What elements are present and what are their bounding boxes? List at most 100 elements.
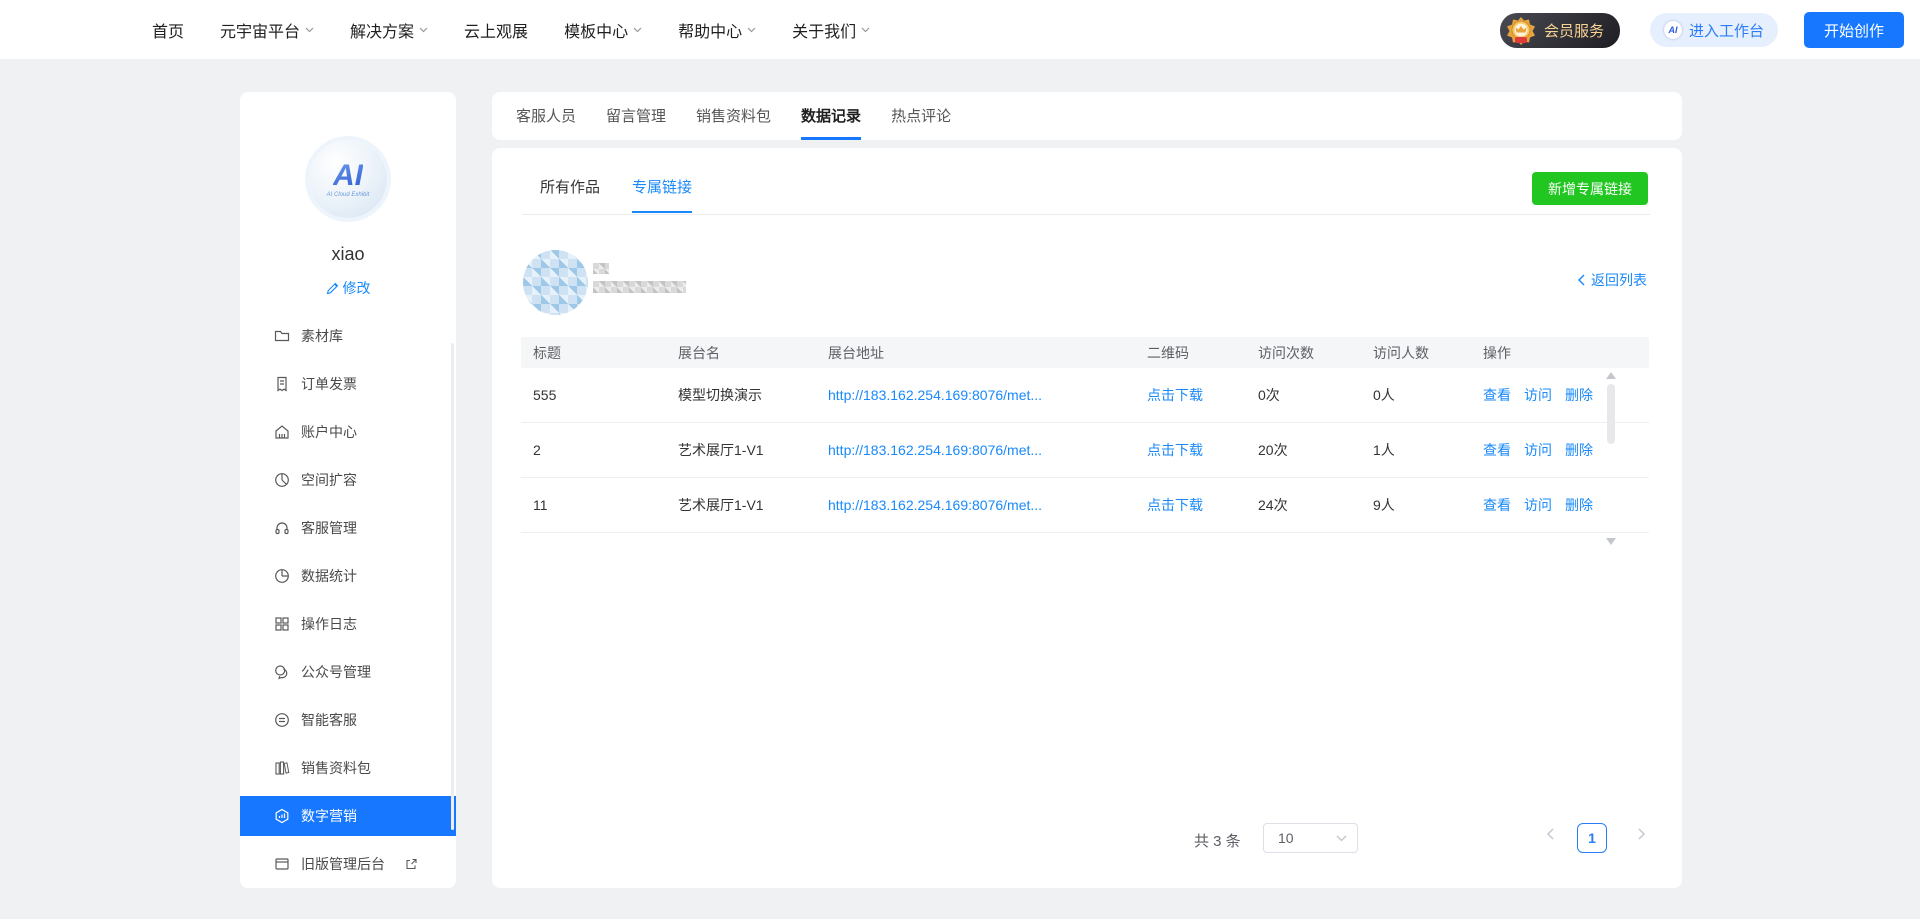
user-avatar[interactable]: AI AI Cloud Exhibit — [309, 140, 387, 218]
workspace-button-label: 进入工作台 — [1689, 20, 1764, 41]
window-icon — [274, 856, 290, 872]
delete-link[interactable]: 删除 — [1565, 495, 1593, 515]
table-scrollbar[interactable] — [1605, 372, 1617, 545]
tab-data-records[interactable]: 数据记录 — [801, 92, 861, 140]
nav-item-templates[interactable]: 模板中心 — [564, 18, 642, 42]
sidebar-item-legacy-admin[interactable]: 旧版管理后台 — [240, 840, 456, 884]
table-header: 标题 展台名 展台地址 二维码 访问次数 访问人数 操作 — [521, 337, 1649, 368]
delete-link[interactable]: 删除 — [1565, 440, 1593, 460]
chevron-right-icon — [1638, 828, 1646, 840]
headset-icon — [274, 520, 290, 536]
visit-link[interactable]: 访问 — [1524, 495, 1552, 515]
col-title: 标题 — [521, 343, 666, 363]
sidebar-item-sales-kit[interactable]: 销售资料包 — [240, 744, 456, 792]
sidebar-item-account[interactable]: 账户中心 — [240, 408, 456, 456]
hall-url-link[interactable]: http://183.162.254.169:8076/met... — [828, 387, 1042, 403]
chevron-down-icon — [305, 27, 314, 33]
invoice-icon — [274, 376, 290, 392]
qr-download-link[interactable]: 点击下载 — [1147, 442, 1203, 458]
sidebar-item-storage[interactable]: 空间扩容 — [240, 456, 456, 504]
chevron-down-icon — [633, 27, 642, 33]
sidebar-item-logs[interactable]: 操作日志 — [240, 600, 456, 648]
nav-item-metaverse[interactable]: 元宇宙平台 — [220, 18, 314, 42]
tab-service-staff[interactable]: 客服人员 — [516, 92, 576, 140]
chevron-left-icon — [1577, 274, 1585, 286]
nav-item-about[interactable]: 关于我们 — [792, 18, 870, 42]
avatar-subtext: AI Cloud Exhibit — [327, 192, 370, 198]
tab-hot-comments[interactable]: 热点评论 — [891, 92, 951, 140]
pagination-next-button[interactable] — [1632, 824, 1652, 845]
cell-title: 2 — [521, 442, 666, 458]
wechat-icon — [274, 664, 290, 680]
table-row: 11 艺术展厅1-V1 http://183.162.254.169:8076/… — [521, 478, 1649, 533]
chevron-down-icon — [1336, 835, 1347, 842]
sidebar-item-wechat[interactable]: 公众号管理 — [240, 648, 456, 696]
nav-menu: 首页 元宇宙平台 解决方案 云上观展 模板中心 帮助中心 关于我们 — [152, 0, 870, 60]
cell-visits: 0次 — [1246, 385, 1361, 405]
nav-item-cloud-exhibit[interactable]: 云上观展 — [464, 18, 528, 42]
subtabs: 所有作品 专属链接 — [540, 176, 692, 213]
visit-link[interactable]: 访问 — [1524, 385, 1552, 405]
hall-url-link[interactable]: http://183.162.254.169:8076/met... — [828, 497, 1042, 513]
username: xiao — [240, 244, 456, 265]
back-to-list-link[interactable]: 返回列表 — [1577, 270, 1647, 290]
cell-visitors: 9人 — [1361, 495, 1471, 515]
sidebar-item-digital-marketing[interactable]: 数字营销 — [240, 796, 456, 836]
page-size-select[interactable]: 10 — [1263, 823, 1358, 853]
table-row: 2 艺术展厅1-V1 http://183.162.254.169:8076/m… — [521, 423, 1649, 478]
section-tabs: 客服人员 留言管理 销售资料包 数据记录 热点评论 — [492, 92, 1682, 140]
qr-download-link[interactable]: 点击下载 — [1147, 497, 1203, 513]
sidebar-item-service[interactable]: 客服管理 — [240, 504, 456, 552]
chevron-down-icon — [419, 27, 428, 33]
folder-icon — [274, 328, 290, 344]
cell-hall: 模型切换演示 — [666, 385, 816, 405]
nav-item-help[interactable]: 帮助中心 — [678, 18, 756, 42]
start-creating-button[interactable]: 开始创作 — [1804, 12, 1904, 48]
cell-visits: 24次 — [1246, 495, 1361, 515]
view-link[interactable]: 查看 — [1483, 385, 1511, 405]
enter-workspace-button[interactable]: AI 进入工作台 — [1650, 13, 1778, 47]
grid-icon — [274, 616, 290, 632]
edit-profile-link[interactable]: 修改 — [240, 278, 456, 298]
nav-item-home[interactable]: 首页 — [152, 18, 184, 42]
sidebar-item-smart-service[interactable]: 智能客服 — [240, 696, 456, 744]
col-qr: 二维码 — [1135, 343, 1246, 363]
add-exclusive-link-button[interactable]: 新增专属链接 — [1532, 172, 1648, 205]
sidebar-item-statistics[interactable]: 数据统计 — [240, 552, 456, 600]
chevron-down-icon — [747, 27, 756, 33]
visit-link[interactable]: 访问 — [1524, 440, 1552, 460]
member-service-badge[interactable]: 会员服务 — [1500, 13, 1620, 48]
hall-url-link[interactable]: http://183.162.254.169:8076/met... — [828, 442, 1042, 458]
marketing-icon — [274, 808, 290, 824]
col-visits: 访问次数 — [1246, 343, 1361, 363]
subtab-exclusive-links[interactable]: 专属链接 — [632, 176, 692, 213]
sidebar-item-invoices[interactable]: 订单发票 — [240, 360, 456, 408]
vip-medal-icon — [1506, 16, 1536, 46]
scrollbar-thumb[interactable] — [1607, 384, 1615, 444]
cell-title: 555 — [521, 387, 666, 403]
divider — [522, 214, 1650, 215]
nav-item-solutions[interactable]: 解决方案 — [350, 18, 428, 42]
pagination-prev-button[interactable] — [1540, 824, 1560, 845]
pagination-page-1[interactable]: 1 — [1577, 823, 1607, 853]
tab-messages[interactable]: 留言管理 — [606, 92, 666, 140]
main-content: 所有作品 专属链接 新增专属链接 返回列表 标题 展台名 展台地址 二维码 访问… — [492, 148, 1682, 888]
view-link[interactable]: 查看 — [1483, 495, 1511, 515]
view-link[interactable]: 查看 — [1483, 440, 1511, 460]
pencil-icon — [326, 282, 339, 295]
scroll-up-arrow-icon[interactable] — [1606, 372, 1616, 379]
cell-visitors: 1人 — [1361, 440, 1471, 460]
chevron-down-icon — [861, 27, 870, 33]
books-icon — [274, 760, 290, 776]
scroll-down-arrow-icon[interactable] — [1606, 538, 1616, 545]
cell-hall: 艺术展厅1-V1 — [666, 440, 816, 460]
tab-sales-kit[interactable]: 销售资料包 — [696, 92, 771, 140]
qr-download-link[interactable]: 点击下载 — [1147, 387, 1203, 403]
sidebar-item-materials[interactable]: 素材库 — [240, 328, 456, 360]
delete-link[interactable]: 删除 — [1565, 385, 1593, 405]
blurred-user-info — [593, 281, 686, 293]
sidebar-scrollbar[interactable] — [451, 343, 454, 830]
subtab-all-works[interactable]: 所有作品 — [540, 176, 600, 213]
blurred-user-avatar — [523, 250, 588, 315]
table-row: 555 模型切换演示 http://183.162.254.169:8076/m… — [521, 368, 1649, 423]
